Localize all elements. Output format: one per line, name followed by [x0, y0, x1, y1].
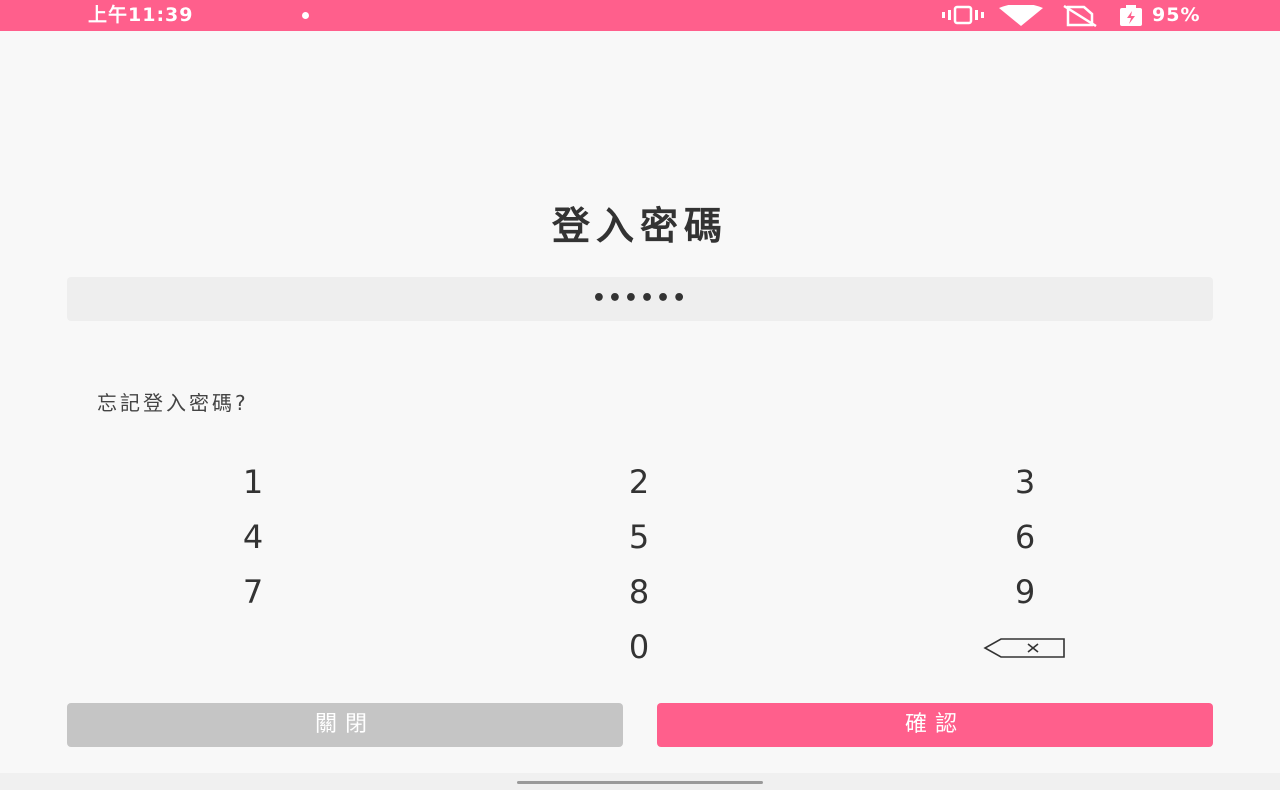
keypad-key-9[interactable]: 9 — [925, 569, 1125, 615]
keypad-key-6[interactable]: 6 — [925, 514, 1125, 560]
keypad-key-2[interactable]: 2 — [539, 459, 739, 505]
no-sim-icon — [1063, 5, 1097, 27]
wifi-icon — [999, 5, 1043, 26]
keypad-key-4[interactable]: 4 — [153, 514, 353, 560]
navigation-bar — [0, 773, 1280, 790]
battery-icon — [1120, 5, 1142, 26]
battery-percentage: 95% — [1152, 4, 1201, 26]
confirm-button[interactable]: 確認 — [657, 703, 1213, 747]
password-field[interactable]: •••••• — [67, 277, 1213, 321]
keypad-key-5[interactable]: 5 — [539, 514, 739, 560]
keypad-key-7[interactable]: 7 — [153, 569, 353, 615]
notification-dot-icon — [302, 12, 309, 19]
keypad-key-8[interactable]: 8 — [539, 569, 739, 615]
close-button[interactable]: 關閉 — [67, 703, 623, 747]
vibrate-icon — [942, 5, 984, 25]
keypad-key-3[interactable]: 3 — [925, 459, 1125, 505]
status-time: 上午11:39 — [88, 4, 194, 26]
status-bar: 上午11:39 95% — [0, 0, 1280, 31]
home-gesture-handle[interactable] — [517, 781, 763, 784]
keypad-key-1[interactable]: 1 — [153, 459, 353, 505]
forgot-password-link[interactable]: 忘記登入密碼? — [97, 388, 249, 418]
keypad-key-0[interactable]: 0 — [539, 624, 739, 670]
backspace-button[interactable] — [925, 625, 1125, 671]
page-title: 登入密碼 — [551, 204, 728, 248]
backspace-icon — [983, 638, 1065, 658]
